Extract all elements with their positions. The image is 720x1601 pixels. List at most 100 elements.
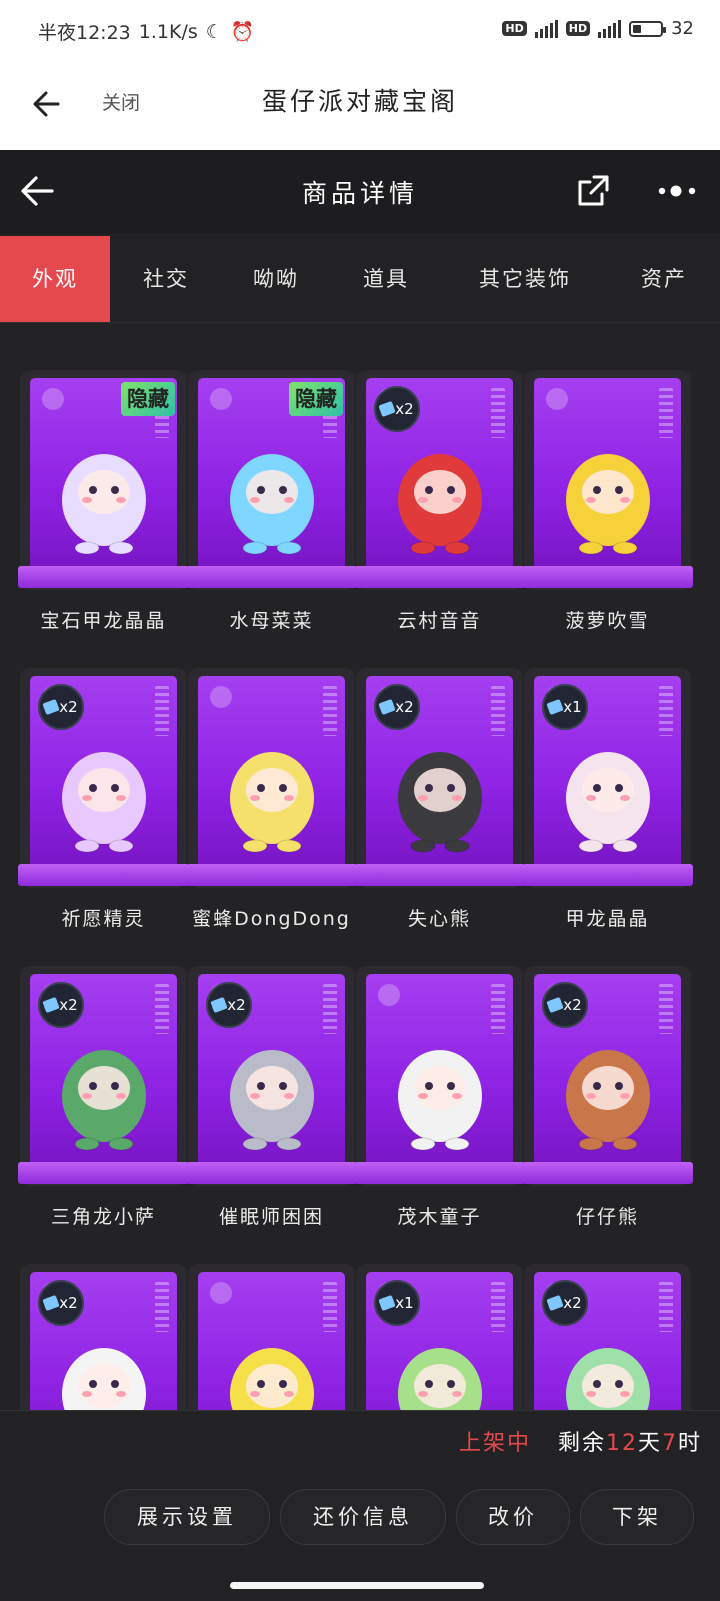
item-card[interactable]: x1: [354, 1264, 525, 1410]
delist-button[interactable]: 下架: [580, 1489, 694, 1545]
quantity-badge: x2: [374, 386, 420, 432]
case-base: [18, 566, 189, 588]
display-case: x1: [356, 1264, 523, 1410]
gift-icon: [42, 996, 60, 1014]
case-background: x2: [30, 676, 177, 864]
case-background: x1: [366, 1272, 513, 1410]
case-base: [354, 566, 525, 588]
display-settings-button[interactable]: 展示设置: [104, 1489, 270, 1545]
action-buttons: 展示设置 还价信息 改价 下架: [104, 1489, 694, 1545]
item-name: 菠萝吹雪: [565, 610, 650, 632]
case-background: [366, 974, 513, 1162]
tab-other-decor[interactable]: 其它装饰: [442, 236, 608, 322]
hidden-badge: 隐藏: [289, 382, 343, 416]
remaining-days: 12: [605, 1431, 638, 1456]
display-case: x2: [524, 1264, 691, 1410]
egg-logo-icon: [210, 686, 232, 708]
item-card[interactable]: 茂木童子: [354, 966, 525, 1266]
hd-badge-2: HD: [565, 21, 591, 36]
item-card[interactable]: 蜜蜂DongDong: [186, 668, 357, 968]
item-name: 祈愿精灵: [61, 908, 146, 930]
remaining-hours: 7: [661, 1431, 678, 1456]
case-base: [522, 566, 693, 588]
item-name: 蜜蜂DongDong: [192, 908, 351, 930]
share-icon[interactable]: [574, 172, 612, 210]
item-card[interactable]: [186, 1264, 357, 1410]
more-icon[interactable]: [656, 174, 700, 208]
display-case: 隐藏: [188, 370, 355, 590]
item-name: 云村音音: [397, 610, 482, 632]
display-case: x2: [20, 668, 187, 888]
listing-status: 上架中 剩余12天7时: [459, 1425, 702, 1457]
character-figure: [397, 1348, 482, 1410]
display-case: 隐藏: [20, 370, 187, 590]
tab-social[interactable]: 社交: [110, 236, 222, 322]
quantity-text: x2: [227, 996, 246, 1014]
battery-icon: [629, 20, 667, 37]
character-figure: [61, 454, 146, 555]
character-figure: [565, 1050, 650, 1151]
tab-assets[interactable]: 资产: [608, 236, 720, 322]
egg-logo-icon: [546, 388, 568, 410]
character-figure: [229, 752, 314, 853]
tab-appearance[interactable]: 外观: [0, 236, 110, 322]
item-card[interactable]: x2 三角龙小萨: [18, 966, 189, 1266]
case-background: x2: [366, 378, 513, 566]
quantity-text: x2: [59, 698, 78, 716]
case-base: [354, 1162, 525, 1184]
case-base: [522, 864, 693, 886]
quantity-badge: x2: [374, 684, 420, 730]
quantity-text: x2: [563, 996, 582, 1014]
display-case: [524, 370, 691, 590]
gift-icon: [378, 400, 396, 418]
status-right: HD HD 32: [502, 18, 694, 39]
item-card[interactable]: x2: [522, 1264, 693, 1410]
home-indicator[interactable]: [230, 1582, 484, 1589]
item-grid: 隐藏 宝石甲龙晶晶 隐藏 水母菜菜 x2 云村音音 菠萝吹雪 x2 祈愿精灵 蜜蜂DongDong…: [18, 370, 702, 1410]
gift-icon: [546, 1294, 564, 1312]
case-background: x2: [30, 1272, 177, 1410]
item-card[interactable]: 隐藏 宝石甲龙晶晶: [18, 370, 189, 670]
item-card[interactable]: x1 甲龙晶晶: [522, 668, 693, 968]
case-base: [354, 864, 525, 886]
quantity-text: x2: [563, 1294, 582, 1312]
gift-icon: [42, 698, 60, 716]
case-base: [186, 1162, 357, 1184]
counter-offer-button[interactable]: 还价信息: [280, 1489, 446, 1545]
item-card[interactable]: 菠萝吹雪: [522, 370, 693, 670]
item-card[interactable]: x2 催眠师困困: [186, 966, 357, 1266]
item-card[interactable]: x2 云村音音: [354, 370, 525, 670]
display-case: x2: [356, 370, 523, 590]
gift-icon: [42, 1294, 60, 1312]
status-time: 半夜12:23: [38, 22, 131, 44]
case-base: [186, 566, 357, 588]
item-name: 茂木童子: [397, 1206, 482, 1228]
hour-unit: 时: [677, 1431, 702, 1456]
battery-level: 32: [671, 18, 694, 39]
quantity-badge: x2: [38, 982, 84, 1028]
item-name: 三角龙小萨: [50, 1206, 156, 1228]
status-left: 半夜12:23 1.1K/s ☾ ⏰: [38, 18, 254, 45]
display-case: x2: [524, 966, 691, 1186]
quantity-badge: x2: [206, 982, 252, 1028]
item-card[interactable]: x2 祈愿精灵: [18, 668, 189, 968]
display-case: [356, 966, 523, 1186]
remaining-label: 剩余: [557, 1431, 606, 1456]
item-card[interactable]: x2 仔仔熊: [522, 966, 693, 1266]
character-figure: [61, 752, 146, 853]
case-base: [18, 864, 189, 886]
item-card[interactable]: x2 失心熊: [354, 668, 525, 968]
item-card[interactable]: 隐藏 水母菜菜: [186, 370, 357, 670]
item-card[interactable]: x2: [18, 1264, 189, 1410]
change-price-button[interactable]: 改价: [456, 1489, 570, 1545]
case-background: [534, 378, 681, 566]
case-background: 隐藏: [30, 378, 177, 566]
gift-icon: [546, 698, 564, 716]
network-speed: 1.1K/s: [138, 20, 198, 43]
case-base: [186, 864, 357, 886]
quantity-badge: x2: [38, 1280, 84, 1326]
case-background: x2: [30, 974, 177, 1162]
tab-props[interactable]: 道具: [330, 236, 442, 322]
tab-youyou[interactable]: 呦呦: [222, 236, 330, 322]
moon-icon: ☾: [205, 20, 223, 43]
